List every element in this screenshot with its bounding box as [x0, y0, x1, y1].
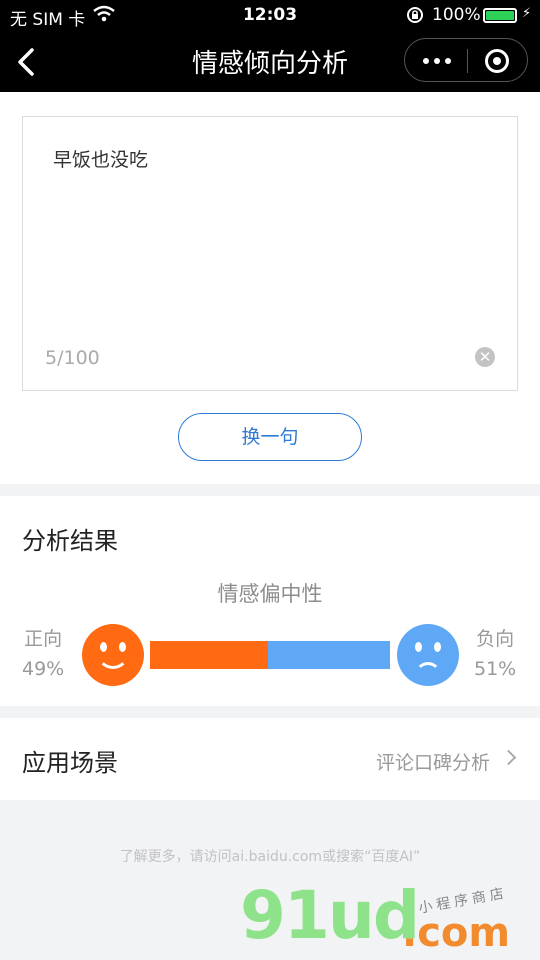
- scene-row[interactable]: 应用场景 评论口碑分析: [0, 718, 540, 800]
- charging-icon: ⚡: [522, 6, 532, 21]
- input-section: 早饭也没吃 5/100 ✕ 换一句: [0, 92, 540, 484]
- more-button[interactable]: [423, 58, 451, 64]
- text-input-area[interactable]: 早饭也没吃 5/100 ✕: [22, 116, 518, 391]
- nav-bar: 情感倾向分析: [0, 30, 540, 92]
- watermark-logo: 91ud .com 小程序商店: [240, 880, 540, 960]
- sentiment-bar: [150, 641, 390, 669]
- result-heading: 分析结果: [22, 527, 118, 555]
- negative-label: 负向: [476, 628, 515, 650]
- scene-label: 应用场景: [22, 749, 118, 777]
- positive-label-block: 正向 49%: [22, 624, 64, 684]
- watermark-brand: 91ud: [240, 877, 420, 954]
- status-bar: 无 SIM 卡 12:03 100% ⚡: [0, 0, 540, 30]
- negative-percent: 51%: [474, 658, 517, 680]
- happy-face-icon: [82, 624, 144, 686]
- close-miniprogram-icon[interactable]: [485, 49, 509, 73]
- battery-icon: [483, 8, 517, 23]
- positive-bar-fill: [150, 641, 268, 669]
- chevron-right-icon: [500, 749, 517, 766]
- footer-note: 了解更多，请访问ai.baidu.com或搜索“百度AI”: [119, 849, 421, 865]
- clear-icon[interactable]: ✕: [475, 347, 495, 367]
- result-section: 分析结果 情感偏中性 正向 49% 负向 51%: [0, 496, 540, 706]
- menu-capsule: [404, 38, 528, 82]
- negative-label-block: 负向 51%: [474, 624, 516, 684]
- watermark-domain: .com: [402, 910, 511, 956]
- char-counter: 5/100: [45, 347, 100, 369]
- battery-percent: 100%: [432, 5, 481, 25]
- positive-label: 正向: [24, 628, 63, 650]
- sad-face-icon: [397, 624, 459, 686]
- switch-sentence-button[interactable]: 换一句: [178, 413, 362, 461]
- positive-percent: 49%: [22, 658, 65, 680]
- rotation-lock-icon: [406, 6, 424, 29]
- input-text: 早饭也没吃: [53, 149, 149, 171]
- scene-value: 评论口碑分析: [375, 752, 490, 774]
- sentiment-verdict: 情感偏中性: [217, 582, 323, 606]
- capsule-divider: [467, 49, 468, 73]
